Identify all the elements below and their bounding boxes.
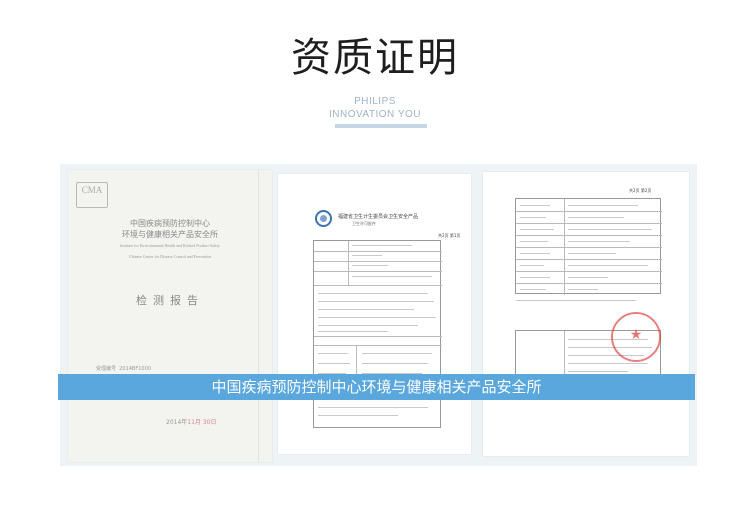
license-table-top (515, 198, 662, 295)
brand-line: PHILIPS (354, 96, 396, 107)
test-report-cover: CMA 中国疾病预防控制中心 环境与健康相关产品安全所 Institute fo… (68, 170, 272, 462)
org-name-en-2: Chinese Center for Disease Control and P… (129, 254, 211, 259)
emblem-icon (315, 210, 332, 227)
official-seal-stamp (611, 312, 661, 362)
caption-banner: 中国疾病预防控制中心环境与健康相关产品安全所 (58, 374, 695, 400)
caption-text: 中国疾病预防控制中心环境与健康相关产品安全所 (211, 378, 542, 396)
org-name-en-1: Institute for Environmental Health and R… (120, 243, 220, 248)
report-number: 受理编号 2014BF1000 (96, 366, 151, 372)
page-fold (258, 170, 259, 462)
report-date: 2014年11月 30日 (166, 419, 217, 426)
license-header: 福建省卫生计生委员会卫生安全产品 (338, 214, 419, 220)
hygiene-license-page-1: 福建省卫生计生委员会卫生安全产品 卫生许可批件 共2页 第1页 (278, 174, 471, 454)
org-name-cn-2: 环境与健康相关产品安全所 (122, 230, 218, 239)
report-title: 检测报告 (136, 294, 204, 307)
org-name-cn-1: 中国疾病预防控制中心 (130, 219, 210, 228)
page-number: 共2页 第1页 (438, 233, 461, 238)
hygiene-license-page-2: 共2页 第2页 (483, 172, 689, 456)
page-title: 资质证明 (291, 35, 459, 81)
cma-logo: CMA (76, 182, 108, 208)
page-number: 共2页 第2页 (629, 188, 652, 193)
title-underline (335, 124, 427, 128)
slogan-line: INNOVATION YOU (328, 109, 421, 120)
license-subheader: 卫生许可批件 (352, 221, 376, 226)
